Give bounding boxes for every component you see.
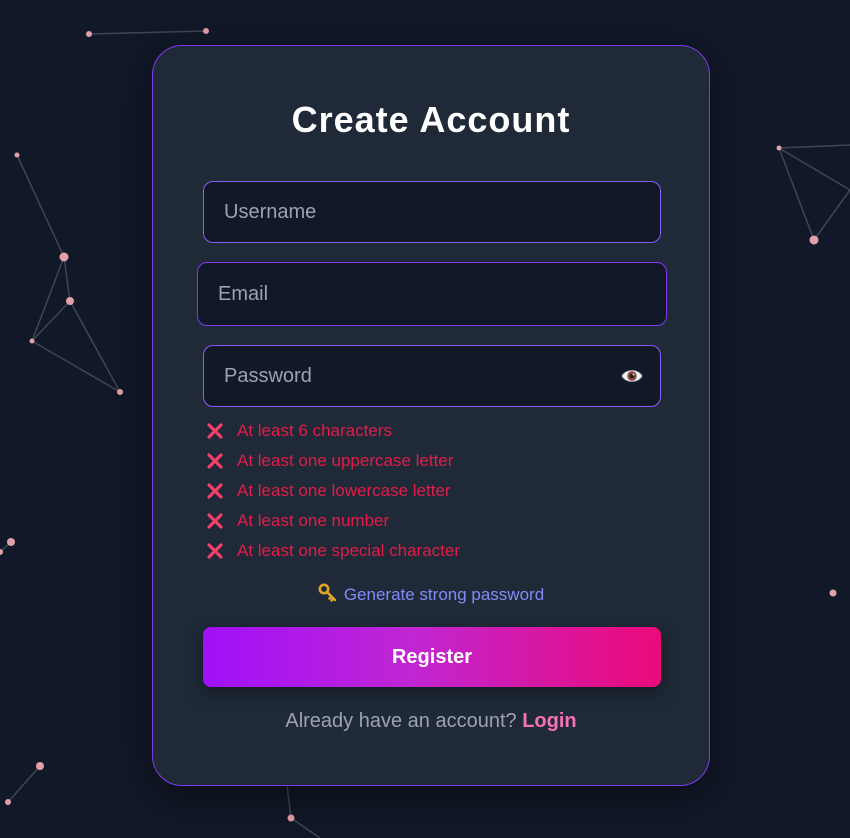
email-input[interactable]	[197, 262, 667, 326]
login-prompt: Already have an account? Login	[153, 710, 709, 733]
eye-icon[interactable]	[621, 365, 643, 387]
requirement-text: At least one lowercase letter	[237, 481, 451, 500]
login-prompt-text: Already have an account?	[285, 710, 517, 732]
generate-password-link[interactable]: Generate strong password	[153, 583, 709, 605]
cross-mark-icon	[207, 453, 223, 469]
requirement-text: At least one uppercase letter	[237, 451, 454, 470]
login-link[interactable]: Login	[522, 710, 576, 732]
requirement-item: At least one number	[205, 506, 460, 536]
requirement-text: At least 6 characters	[237, 421, 392, 440]
cross-mark-icon	[207, 483, 223, 499]
password-requirements-list: At least 6 characters At least one upper…	[205, 416, 460, 566]
cross-mark-icon	[207, 543, 223, 559]
requirement-item: At least one uppercase letter	[205, 446, 460, 476]
password-input[interactable]	[203, 345, 661, 407]
generate-password-label: Generate strong password	[343, 585, 545, 604]
register-card: Create Account At least 6 characters At …	[152, 45, 710, 786]
register-button[interactable]: Register	[203, 627, 661, 687]
username-input[interactable]	[203, 181, 661, 243]
cross-mark-icon	[207, 423, 223, 439]
page-title: Create Account	[291, 99, 571, 140]
requirement-item: At least 6 characters	[205, 416, 460, 446]
cross-mark-icon	[207, 513, 223, 529]
requirement-text: At least one number	[237, 511, 390, 530]
requirement-item: At least one lowercase letter	[205, 476, 460, 506]
requirement-item: At least one special character	[205, 536, 460, 566]
key-icon	[318, 583, 337, 602]
requirement-text: At least one special character	[237, 541, 461, 560]
